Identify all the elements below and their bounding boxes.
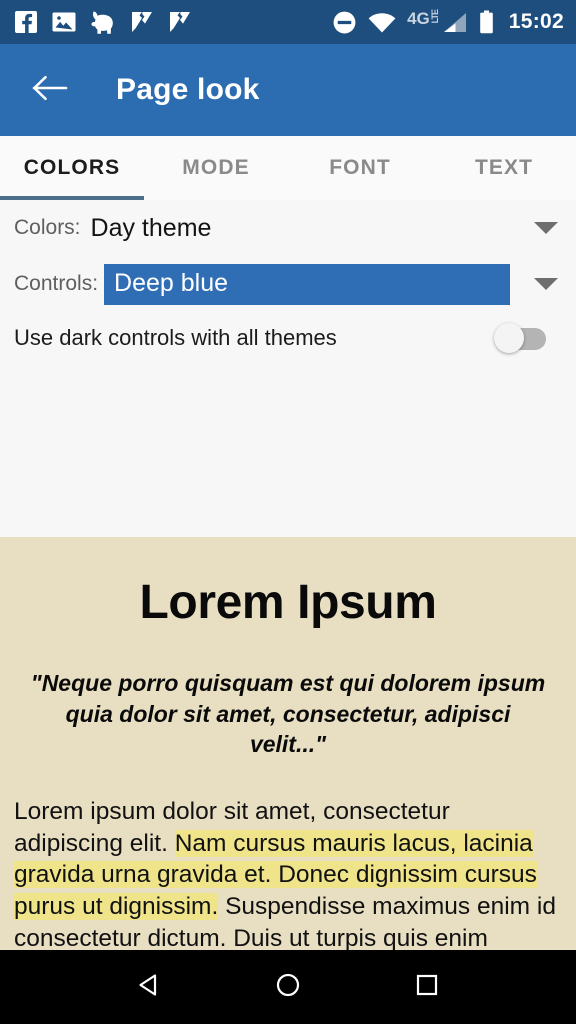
tab-colors[interactable]: COLORS [0, 136, 144, 200]
dark-controls-toggle[interactable] [494, 323, 546, 353]
nav-recents-square-icon [414, 972, 440, 1003]
android-nav-bar [0, 950, 576, 1024]
nav-home-button[interactable] [260, 959, 316, 1015]
dark-controls-label: Use dark controls with all themes [14, 325, 337, 350]
preview-heading: Lorem Ipsum [139, 576, 437, 629]
network-type-label: 4G [407, 9, 430, 28]
network-type-sub: LTE [429, 10, 440, 24]
chevron-down-icon-2[interactable] [534, 278, 558, 290]
toggle-thumb [494, 323, 524, 353]
colors-setting-row[interactable]: Colors: Day theme [0, 200, 576, 256]
battery-icon [479, 10, 494, 34]
controls-setting-row[interactable]: Controls: Deep blue [0, 256, 576, 312]
settings-panel: Colors: Day theme Controls: Deep blue Us… [0, 200, 576, 537]
signal-icon: 4G LTE [407, 10, 468, 34]
page-title: Page look [116, 73, 260, 106]
tab-bar: COLORS MODE FONT TEXT [0, 136, 576, 200]
photo-icon [52, 11, 76, 33]
preview-blockquote: "Neque porro quisquam est qui dolorem ip… [30, 670, 546, 758]
controls-value[interactable]: Deep blue [104, 263, 510, 305]
app-bar: Page look [0, 44, 576, 136]
back-arrow-icon [32, 73, 70, 108]
status-bar-notification-icons [14, 10, 192, 34]
chevron-down-icon[interactable] [534, 222, 558, 234]
colors-value[interactable]: Day theme [91, 214, 212, 243]
tab-text[interactable]: TEXT [432, 136, 576, 200]
nav-recents-button[interactable] [399, 959, 455, 1015]
preview-pane: Lorem Ipsum "Neque porro quisquam est qu… [0, 537, 576, 950]
preview-paragraph: Lorem ipsum dolor sit amet, consectetur … [14, 796, 562, 950]
status-bar-system-icons: 4G LTE 15:02 [332, 10, 564, 35]
nav-back-button[interactable] [121, 959, 177, 1015]
back-button[interactable] [28, 67, 74, 113]
dark-controls-row[interactable]: Use dark controls with all themes [0, 312, 576, 364]
nav-home-circle-icon [274, 971, 302, 1004]
controls-label: Controls: [14, 272, 99, 295]
tab-font[interactable]: FONT [288, 136, 432, 200]
tab-mode[interactable]: MODE [144, 136, 288, 200]
do-not-disturb-icon [332, 10, 357, 35]
screen: 4G LTE 15:02 Page look COLORS MODE FONT … [0, 0, 576, 1024]
tasks-check-icon [130, 10, 154, 34]
wifi-icon [368, 12, 396, 33]
status-bar: 4G LTE 15:02 [0, 0, 576, 44]
tasks-check-icon-2 [168, 10, 192, 34]
facebook-icon [14, 10, 38, 34]
nav-back-triangle-icon [135, 971, 163, 1004]
colors-label: Colors: [14, 216, 81, 239]
dog-icon [90, 10, 116, 34]
status-bar-clock: 15:02 [508, 10, 564, 33]
